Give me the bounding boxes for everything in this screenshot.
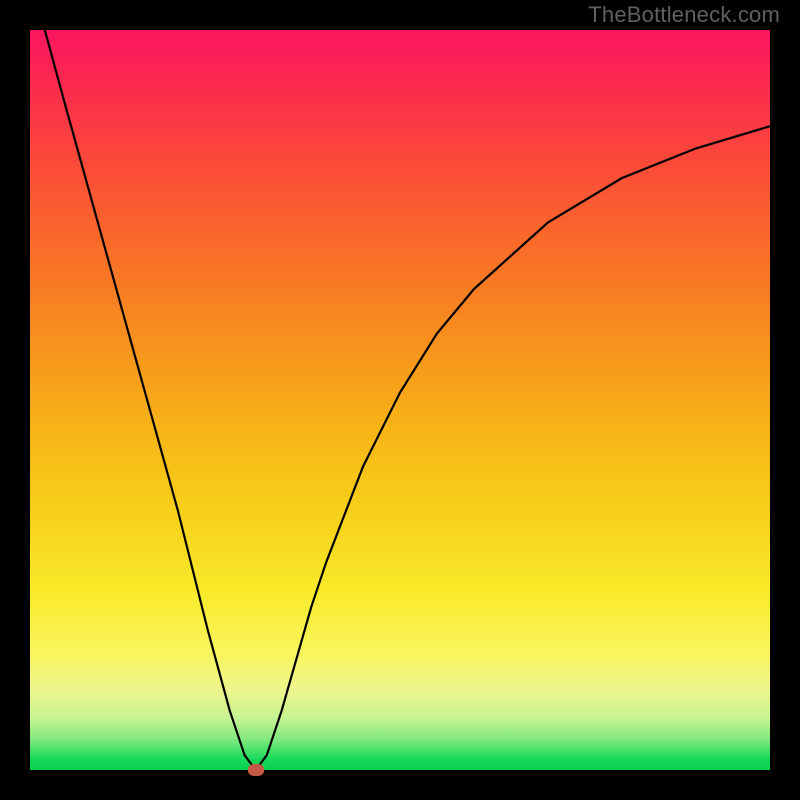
attribution-text: TheBottleneck.com	[588, 2, 780, 28]
plot-area	[30, 30, 770, 770]
chart-frame: TheBottleneck.com	[0, 0, 800, 800]
minimum-marker	[248, 764, 264, 776]
bottleneck-curve	[30, 30, 770, 770]
